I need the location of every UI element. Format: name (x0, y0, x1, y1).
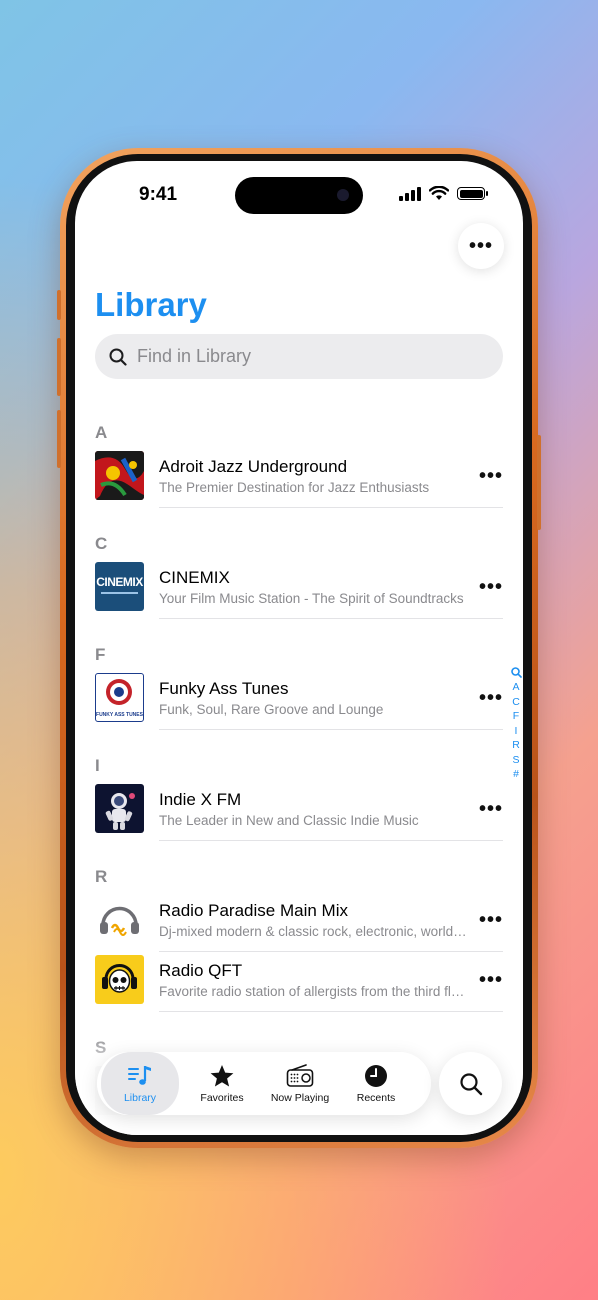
row-more-button[interactable]: ••• (479, 798, 503, 821)
station-row[interactable]: Adroit Jazz Underground The Premier Dest… (95, 451, 503, 511)
divider (159, 618, 503, 619)
station-title: Funky Ass Tunes (159, 679, 289, 698)
tab-recents[interactable]: Recents (337, 1052, 415, 1115)
tab-label: Now Playing (270, 1091, 330, 1104)
search-field[interactable]: Find in Library (95, 334, 503, 379)
index-letter[interactable]: I (515, 724, 518, 739)
index-letter[interactable]: R (512, 738, 520, 753)
index-letter[interactable]: A (512, 680, 519, 695)
music-list-icon (128, 1065, 151, 1085)
station-title: CINEMIX (159, 568, 230, 587)
section-header-f: F (95, 645, 106, 664)
status-time: 9:41 (139, 184, 178, 205)
search-icon (459, 1072, 482, 1095)
tab-favorites[interactable]: Favorites (183, 1052, 261, 1115)
tab-label: Library (123, 1091, 157, 1104)
row-more-button[interactable]: ••• (479, 969, 503, 992)
tab-library[interactable]: Library (101, 1052, 179, 1115)
volume-up-button (57, 338, 61, 396)
station-row[interactable]: Radio Paradise Main Mix Dj-mixed modern … (95, 895, 503, 955)
station-title: Indie X FM (159, 790, 242, 809)
station-title: Radio Paradise Main Mix (159, 901, 348, 920)
page-title: Library (95, 286, 207, 323)
section-header-i: I (95, 756, 100, 775)
more-options-button[interactable]: ••• (458, 223, 504, 269)
index-letter[interactable]: # (513, 767, 519, 782)
index-letter[interactable]: C (512, 695, 520, 710)
tab-label: Recents (356, 1091, 396, 1104)
station-subtitle: Funk, Soul, Rare Groove and Lounge (159, 702, 384, 717)
tab-now-playing[interactable]: Now Playing (261, 1052, 339, 1115)
station-subtitle: The Leader in New and Classic Indie Musi… (159, 813, 419, 828)
station-subtitle: The Premier Destination for Jazz Enthusi… (159, 480, 430, 495)
station-artwork: CINEMIX (95, 562, 144, 611)
star-icon (210, 1064, 234, 1086)
dynamic-island (235, 177, 363, 214)
station-row[interactable]: Radio QFT Favorite radio station of alle… (95, 955, 503, 1015)
station-artwork (95, 451, 144, 500)
tab-bar: Library Favorites Now Playing Recents (97, 1052, 431, 1115)
status-icons (399, 186, 488, 201)
power-button (537, 435, 541, 530)
app-screen: 9:41 ••• Library Find in Library A Adroi… (75, 161, 523, 1135)
search-button[interactable] (439, 1052, 502, 1115)
station-artwork (95, 895, 144, 944)
volume-down-button (57, 410, 61, 468)
search-icon (109, 348, 127, 366)
station-row[interactable]: Indie X FM The Leader in New and Classic… (95, 784, 503, 844)
divider (159, 729, 503, 730)
station-subtitle: Your Film Music Station - The Spirit of … (159, 591, 464, 606)
station-row[interactable]: FUNKY ASS TUNES Funky Ass Tunes Funk, So… (95, 673, 503, 733)
station-artwork (95, 955, 144, 1004)
station-title: Adroit Jazz Underground (159, 457, 348, 476)
divider (159, 840, 503, 841)
radio-icon (286, 1063, 314, 1087)
search-placeholder: Find in Library (137, 346, 252, 366)
divider (159, 951, 503, 952)
divider (159, 507, 503, 508)
section-index-bar[interactable]: A C F I R S # (509, 667, 523, 782)
tab-label: Favorites (200, 1091, 244, 1104)
section-header-c: C (95, 534, 108, 553)
station-artwork: FUNKY ASS TUNES (95, 673, 144, 722)
section-header-a: A (95, 423, 108, 442)
row-more-button[interactable]: ••• (479, 576, 503, 599)
index-letter[interactable]: F (513, 709, 519, 724)
row-more-button[interactable]: ••• (479, 465, 503, 488)
battery-icon (457, 187, 488, 200)
clock-icon (365, 1064, 387, 1087)
action-button (57, 290, 61, 320)
station-title: Radio QFT (159, 961, 243, 980)
section-header-r: R (95, 867, 108, 886)
wifi-icon (429, 186, 449, 200)
station-row[interactable]: CINEMIX CINEMIX Your Film Music Station … (95, 562, 503, 622)
station-subtitle: Dj-mixed modern & classic rock, electron… (159, 924, 469, 939)
divider (159, 1011, 503, 1012)
index-search-icon[interactable] (510, 667, 522, 678)
row-more-button[interactable]: ••• (479, 687, 503, 710)
station-subtitle: Favorite radio station of allergists fro… (159, 984, 469, 999)
index-letter[interactable]: S (512, 753, 519, 768)
row-more-button[interactable]: ••• (479, 909, 503, 932)
station-artwork (95, 784, 144, 833)
cellular-signal-icon (399, 186, 421, 201)
